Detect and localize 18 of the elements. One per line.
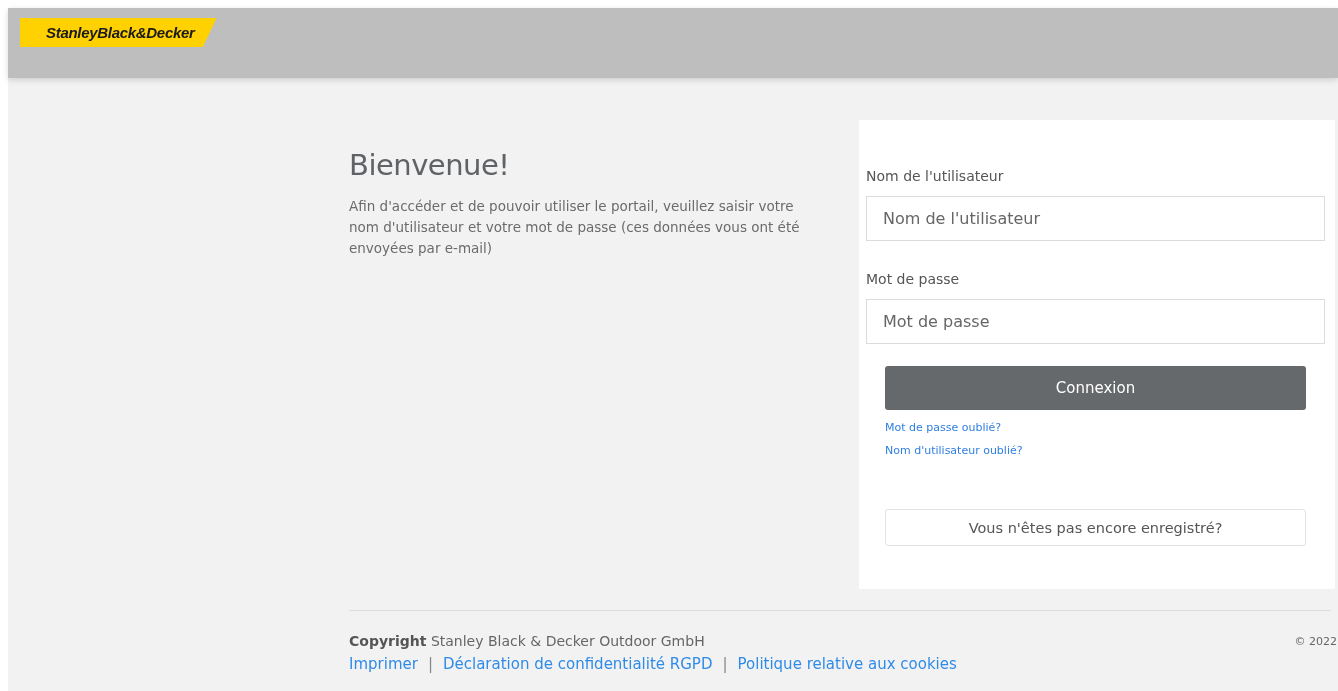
copyright-year: © 2022 [1294,634,1337,648]
username-field[interactable]: Nom de l'utilisateur [866,196,1325,241]
intro-text: Afin d'accéder et de pouvoir utiliser le portail, veuillez saisir votre nom d'utilisateur et votre mot de passe (ces données vous ont été envoyées par e-mail) [349,197,801,258]
register-button[interactable]: Vous n'êtes pas encore enregistré? [885,509,1306,546]
footer-link[interactable]: Imprimer [349,655,418,673]
login-button[interactable]: Connexion [885,366,1306,410]
password-field[interactable]: Mot de passe [866,299,1325,344]
brand-logo: StanleyBlack&Decker [20,18,217,47]
forgot-link[interactable]: Nom d'utilisateur oublié? [885,444,1023,457]
link-separator: | [722,655,728,673]
welcome-title: Bienvenue! [349,148,511,182]
link-separator: | [427,655,433,673]
copyright-text: Copyright Stanley Black & Decker Outdoor GmbH [349,633,705,649]
field-label: Mot de passe [866,271,961,287]
field-label: Nom de l'utilisateur [866,168,1005,184]
footer-link[interactable]: Politique relative aux cookies [737,655,957,673]
forgot-link[interactable]: Mot de passe oublié? [885,421,1002,434]
footer-link[interactable]: Déclaration de confidentialité RGPD [442,655,713,673]
